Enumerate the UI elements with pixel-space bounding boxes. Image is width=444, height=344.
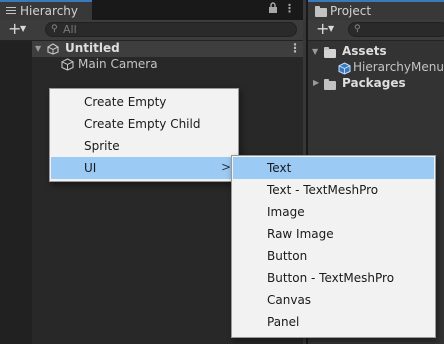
tree-item-assets[interactable]: ▼ Assets <box>308 44 444 60</box>
project-create-button[interactable]: + ▼ <box>310 19 338 39</box>
scene-row[interactable]: ▼ Untitled ⋮ <box>32 41 303 57</box>
submenu-item-label: Image <box>267 205 305 219</box>
submenu-item-label: Text <box>267 161 292 175</box>
submenu-item-label: Canvas <box>267 293 312 307</box>
project-tab-label: Project <box>330 4 372 18</box>
submenu-item-text[interactable]: Text <box>233 157 434 179</box>
menu-item-label: UI <box>84 161 97 175</box>
list-icon <box>6 7 16 15</box>
gameobject-cube-icon <box>61 58 74 71</box>
hierarchy-tab[interactable]: Hierarchy <box>0 0 92 20</box>
unity-scene-icon <box>47 43 59 55</box>
expand-triangle-icon[interactable]: ▼ <box>35 44 41 53</box>
caret-down-icon: ▼ <box>20 24 27 33</box>
menu-item-sprite[interactable]: Sprite <box>51 135 237 157</box>
search-placeholder: All <box>63 23 77 36</box>
caret-down-icon: ▼ <box>328 24 335 33</box>
submenu-item-button[interactable]: Button <box>233 245 434 267</box>
submenu-item-label: Text - TextMeshPro <box>267 183 379 197</box>
menu-item-label: Create Empty Child <box>84 117 201 131</box>
scene-name: Untitled <box>65 41 120 55</box>
panel-menu-icon[interactable]: ⋮ <box>284 2 295 15</box>
submenu-item-button-textmeshpro[interactable]: Button - TextMeshPro <box>233 267 434 289</box>
packages-label: Packages <box>342 76 406 90</box>
scene-menu-icon[interactable]: ⋮ <box>289 41 301 55</box>
folder-open-icon <box>324 47 336 58</box>
main-camera-label: Main Camera <box>78 57 158 71</box>
folder-icon <box>324 79 336 90</box>
hierarchy-item-main-camera[interactable]: Main Camera <box>32 57 303 73</box>
project-search-input[interactable]: ⚲ <box>348 22 444 37</box>
menu-item-label: Sprite <box>84 139 120 153</box>
menu-item-ui[interactable]: UI > <box>51 157 237 179</box>
submenu-item-label: Button - TextMeshPro <box>267 271 395 285</box>
submenu-item-panel[interactable]: Panel <box>233 311 434 333</box>
hierarchy-search-input[interactable]: ⚲ All <box>45 22 297 37</box>
hierarchy-context-menu: Create Empty Create Empty Child Sprite U… <box>49 88 239 182</box>
hierarchy-toolbar: + ▼ ⚲ All <box>0 19 303 41</box>
assets-label: Assets <box>342 44 387 58</box>
submenu-item-canvas[interactable]: Canvas <box>233 289 434 311</box>
search-icon: ⚲ <box>51 24 58 34</box>
submenu-arrow-icon: > <box>220 160 231 174</box>
menu-item-create-empty[interactable]: Create Empty <box>51 91 237 113</box>
create-dropdown-button[interactable]: + ▼ <box>2 19 30 39</box>
search-icon: ⚲ <box>354 24 361 34</box>
tree-item-asset[interactable]: HierarchyMenuS <box>308 60 444 76</box>
project-tab-bar: Project <box>308 0 444 20</box>
hierarchy-tab-bar: Hierarchy ⋮ <box>0 0 303 20</box>
project-tab[interactable]: Project <box>308 0 444 20</box>
submenu-item-raw-image[interactable]: Raw Image <box>233 223 434 245</box>
hierarchy-gutter <box>0 41 32 344</box>
submenu-item-image[interactable]: Image <box>233 201 434 223</box>
expand-triangle-icon[interactable]: ▼ <box>312 47 318 56</box>
submenu-item-text-textmeshpro[interactable]: Text - TextMeshPro <box>233 179 434 201</box>
lock-icon[interactable] <box>268 2 278 16</box>
submenu-item-label: Raw Image <box>267 227 334 241</box>
ui-submenu: Text Text - TextMeshPro Image Raw Image … <box>231 155 436 338</box>
menu-item-create-empty-child[interactable]: Create Empty Child <box>51 113 237 135</box>
asset-item-label: HierarchyMenuS <box>353 60 444 74</box>
hierarchy-tab-label: Hierarchy <box>20 4 79 18</box>
submenu-item-label: Panel <box>267 315 300 329</box>
script-asset-icon <box>338 62 351 75</box>
menu-item-label: Create Empty <box>84 95 167 109</box>
folder-icon <box>315 6 327 17</box>
project-toolbar: + ▼ ⚲ <box>308 19 444 41</box>
submenu-item-label: Button <box>267 249 308 263</box>
collapse-triangle-icon[interactable]: ▶ <box>313 78 319 87</box>
tree-item-packages[interactable]: ▶ Packages <box>308 76 444 92</box>
